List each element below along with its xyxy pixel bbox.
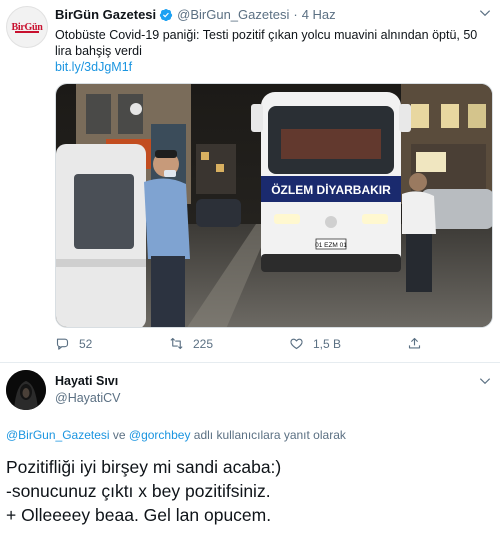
bus-plate-text: 01 EZM 01: [315, 242, 347, 249]
share-action[interactable]: [407, 336, 422, 351]
replying-to-line: @BirGun_Gazetesi ve @gorchbey adlı kulla…: [6, 428, 346, 442]
verified-badge-icon: [160, 8, 173, 21]
tweet-photo[interactable]: ÖZLEM DİYARBAKIR 01 EZM 01: [55, 83, 493, 328]
chevron-down-icon[interactable]: [478, 374, 492, 388]
author-avatar[interactable]: BirGün: [6, 6, 48, 48]
replying-mention-birgun[interactable]: @BirGun_Gazetesi: [6, 428, 110, 442]
replying-mention-gorchbey[interactable]: @gorchbey: [129, 428, 191, 442]
reply-author-avatar[interactable]: [6, 370, 46, 410]
replying-suffix-text: adlı kullanıcılara yanıt olarak: [190, 428, 346, 442]
reply-line-2: -sonucunuz çıktı x bey pozitifsiniz.: [6, 481, 271, 501]
reply-line-3: + Olleeeey beaa. Gel lan opucem.: [6, 505, 272, 525]
reply-author-handle[interactable]: @HayatiCV: [55, 391, 121, 405]
replying-and-text: ve: [109, 428, 129, 442]
retweet-icon: [170, 337, 183, 350]
like-action[interactable]: 1,5 B: [289, 336, 341, 351]
bus-sign-text: ÖZLEM DİYARBAKIR: [271, 182, 391, 197]
avatar-logo-bar: [15, 31, 39, 33]
bus-night-scene-image: ÖZLEM DİYARBAKIR 01 EZM 01: [56, 84, 492, 327]
tweet-actions: 52 225 1,5 B: [55, 336, 435, 354]
tweet-date[interactable]: 4 Haz: [302, 7, 336, 22]
tweet-text: Otobüste Covid-19 paniği: Testi pozitif …: [55, 28, 478, 58]
reply-line-1: Pozitifliği iyi birşey mi sandi acaba:): [6, 457, 282, 477]
retweet-action[interactable]: 225: [169, 336, 213, 351]
reply-count: 52: [79, 336, 93, 351]
tweet-link[interactable]: bit.ly/3dJgM1f: [55, 60, 132, 74]
chevron-down-icon[interactable]: [478, 6, 492, 20]
retweet-count: 225: [193, 336, 214, 351]
tweet: BirGün BirGün Gazetesi @BirGun_Gazetesi …: [0, 0, 500, 360]
share-icon: [408, 337, 421, 349]
tweet-header: BirGün Gazetesi @BirGun_Gazetesi · 4 Haz: [55, 7, 336, 22]
reply-icon: [56, 338, 69, 350]
author-handle[interactable]: @BirGun_Gazetesi: [177, 7, 289, 22]
author-name[interactable]: BirGün Gazetesi: [55, 7, 156, 22]
hooded-figure-avatar-image: [6, 370, 46, 410]
reply-action[interactable]: 52: [55, 336, 92, 351]
reply-author-name[interactable]: Hayati Sıvı: [55, 374, 118, 388]
tweet-divider: [0, 362, 500, 363]
header-separator: ·: [293, 7, 298, 22]
heart-icon: [290, 338, 303, 350]
reply-text: Pozitifliği iyi birşey mi sandi acaba:) …: [6, 455, 496, 527]
like-count: 1,5 B: [313, 336, 342, 351]
